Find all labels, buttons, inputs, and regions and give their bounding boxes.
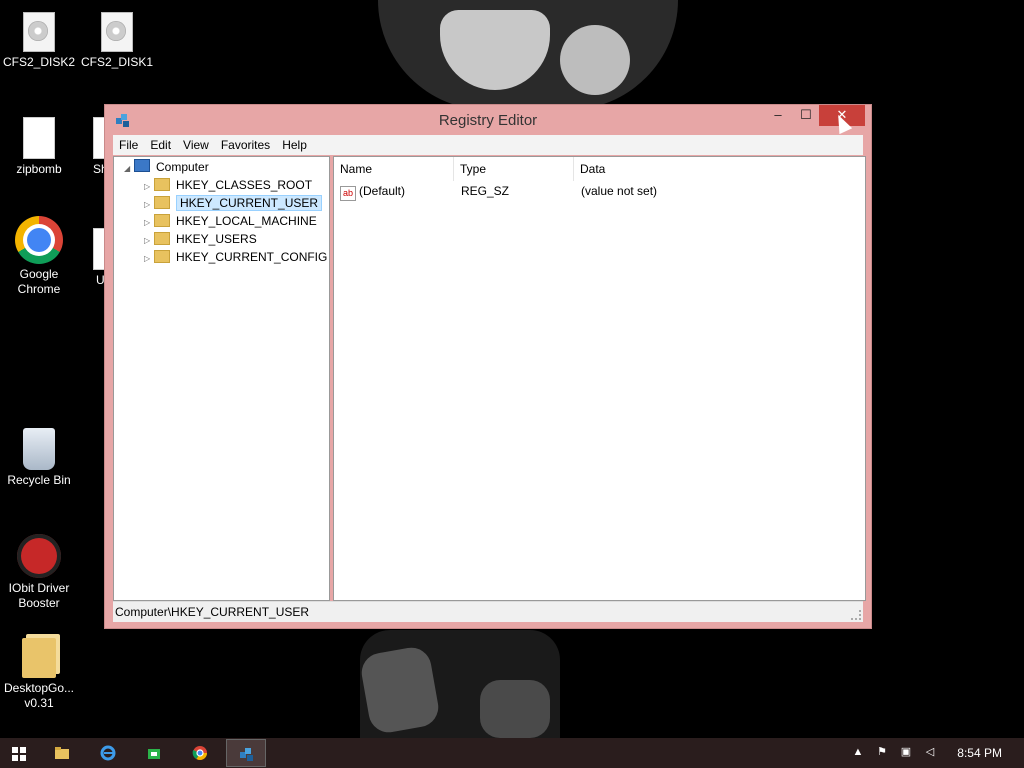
tree-item-hkey-local-machine[interactable]: ▷ HKEY_LOCAL_MACHINE: [144, 212, 317, 230]
value-name: (Default): [359, 184, 406, 198]
desktop-icon-label: CFS2_DISK2: [2, 55, 76, 69]
computer-icon: [134, 159, 150, 172]
taskbar-registry-editor[interactable]: [226, 739, 266, 767]
registry-editor-window[interactable]: Registry Editor – ☐ ✕ File Edit View Favori…: [104, 104, 872, 629]
tree-item-label: HKEY_USERS: [176, 232, 257, 246]
network-icon[interactable]: ▣: [900, 746, 912, 758]
taskbar-file-explorer[interactable]: [42, 739, 82, 767]
tree-item-hkey-users[interactable]: ▷ HKEY_USERS: [144, 230, 257, 248]
column-header-name[interactable]: Name: [334, 157, 454, 181]
file-explorer-icon: [55, 747, 69, 759]
registry-tree[interactable]: ◢ Computer ▷ HKEY_CLASSES_ROOT ▷ HKEY_CURRE…: [113, 156, 330, 601]
string-value-icon: ab: [340, 186, 356, 201]
menu-bar: File Edit View Favorites Help: [113, 135, 863, 155]
wallpaper-shape: [480, 680, 550, 738]
desktop-icon-google-chrome[interactable]: Google Chrome: [1, 216, 77, 297]
tree-item-hkey-current-config[interactable]: ▷ HKEY_CURRENT_CONFIG: [144, 248, 327, 266]
collapse-arrow-icon[interactable]: ◢: [124, 160, 134, 178]
wallpaper-shape: [358, 644, 442, 736]
desktop-icon-cfs2-disk1[interactable]: CFS2_DISK1: [79, 12, 155, 70]
action-center-flag-icon[interactable]: ⚑: [876, 746, 888, 758]
show-hidden-icons-icon[interactable]: ▲: [852, 746, 864, 758]
menu-view[interactable]: View: [177, 135, 215, 155]
title-bar[interactable]: Registry Editor – ☐ ✕: [105, 105, 871, 135]
column-header-data[interactable]: Data: [574, 157, 864, 181]
tree-item-hkey-current-user[interactable]: ▷ HKEY_CURRENT_USER: [144, 194, 323, 212]
disc-icon: [101, 12, 133, 52]
value-data: (value not set): [581, 184, 658, 198]
desktop-icon-label: CFS2_DISK1: [80, 55, 154, 69]
taskbar-clock[interactable]: 8:54 PM: [957, 746, 1002, 760]
taskbar: ▲ ⚑ ▣ ◁ 8:54 PM: [0, 738, 1024, 768]
menu-favorites[interactable]: Favorites: [215, 135, 276, 155]
file-icon: [23, 117, 55, 159]
window-title: Registry Editor: [438, 112, 538, 129]
chrome-icon: [192, 746, 207, 760]
desktop-icon-desktopgo[interactable]: DesktopGo... v0.31: [1, 638, 77, 711]
start-button[interactable]: [0, 739, 40, 767]
tree-item-label: HKEY_LOCAL_MACHINE: [176, 214, 317, 228]
value-name-cell: ab (Default): [340, 182, 405, 201]
tree-item-label: Computer: [156, 160, 209, 174]
folder-icon: [154, 178, 170, 191]
menu-edit[interactable]: Edit: [144, 135, 177, 155]
desktop-icon-label: Recycle Bin: [7, 473, 71, 487]
tree-item-label: HKEY_CLASSES_ROOT: [176, 178, 313, 192]
chrome-icon: [15, 216, 63, 264]
folder-icon: [154, 250, 170, 263]
disc-icon: [23, 12, 55, 52]
resize-grip-icon[interactable]: [851, 610, 861, 620]
menu-help[interactable]: Help: [276, 135, 313, 155]
volume-muted-icon[interactable]: ◁: [924, 746, 936, 758]
tree-item-hkey-classes-root[interactable]: ▷ HKEY_CLASSES_ROOT: [144, 176, 312, 194]
value-type: REG_SZ: [461, 184, 510, 198]
folder-icon: [154, 214, 170, 227]
desktop-icon-label: DesktopGo... v0.31: [3, 681, 75, 710]
column-header-type[interactable]: Type: [454, 157, 574, 181]
iobit-icon: [17, 534, 61, 578]
desktop-icon-label: IObit Driver Booster: [8, 581, 70, 610]
folder-icon: [154, 196, 170, 209]
folder-icon: [154, 232, 170, 245]
maximize-button[interactable]: ☐: [791, 105, 821, 126]
menu-file[interactable]: File: [113, 135, 144, 155]
taskbar-chrome[interactable]: [180, 739, 220, 767]
desktop-icon-label: Google Chrome: [17, 267, 61, 296]
minimize-button[interactable]: –: [763, 105, 793, 126]
taskbar-internet-explorer[interactable]: [88, 739, 128, 767]
system-tray: ▲ ⚑ ▣ ◁ 8:54 PM: [844, 738, 1024, 768]
tree-item-label: HKEY_CURRENT_USER: [176, 195, 323, 211]
internet-explorer-icon: [100, 745, 116, 761]
expand-arrow-icon[interactable]: ▷: [144, 250, 154, 268]
desktop-icon-label: zipbomb: [16, 162, 62, 176]
desktop-icon-zipbomb[interactable]: zipbomb: [1, 117, 77, 177]
regedit-icon: [240, 748, 253, 761]
tree-item-computer[interactable]: ◢ Computer: [124, 158, 209, 176]
wallpaper-shape: [560, 25, 630, 95]
values-list[interactable]: Name Type Data ab (Default) REG_SZ (value…: [333, 156, 866, 601]
recycle-bin-icon: [23, 428, 55, 470]
folder-icon: [22, 638, 56, 678]
tree-item-label: HKEY_CURRENT_CONFIG: [176, 250, 328, 264]
status-bar: Computer\HKEY_CURRENT_USER: [113, 601, 863, 622]
desktop-icon-iobit-driver-booster[interactable]: IObit Driver Booster: [1, 534, 77, 611]
desktop-icon-recycle-bin[interactable]: Recycle Bin: [1, 428, 77, 488]
desktop-icon-cfs2-disk2[interactable]: CFS2_DISK2: [1, 12, 77, 70]
status-path: Computer\HKEY_CURRENT_USER: [115, 605, 310, 619]
store-icon: [148, 749, 160, 759]
taskbar-store[interactable]: [134, 739, 174, 767]
